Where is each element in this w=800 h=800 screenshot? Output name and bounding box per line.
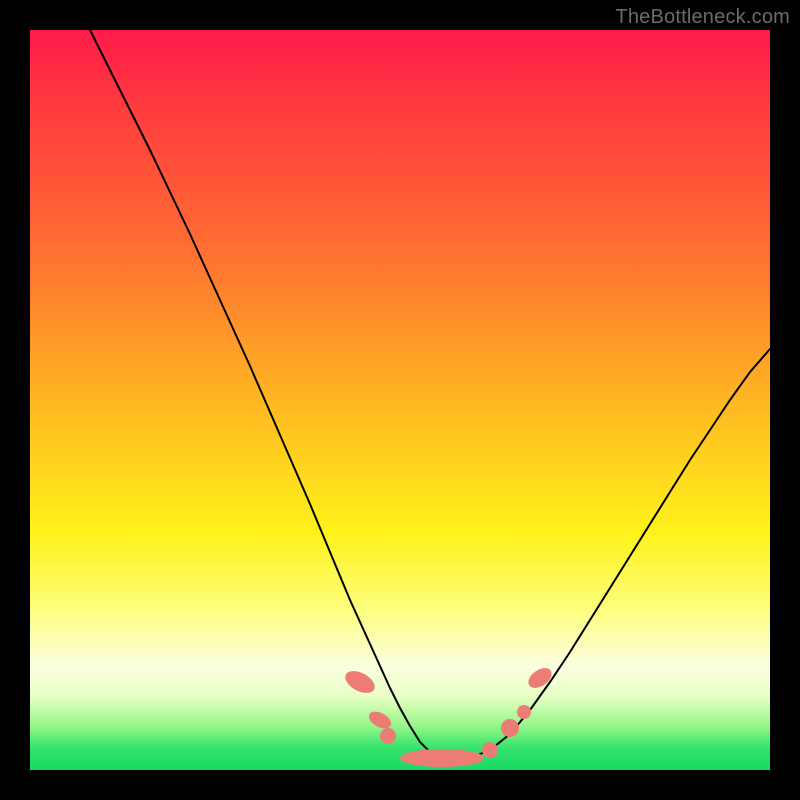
curve-marker xyxy=(342,667,379,698)
chart-overlay xyxy=(30,30,770,770)
bottleneck-curve xyxy=(90,30,770,760)
watermark-text: TheBottleneck.com xyxy=(615,6,790,29)
curve-marker xyxy=(482,742,498,758)
curve-marker xyxy=(517,705,531,719)
curve-marker xyxy=(501,719,519,737)
curve-layer xyxy=(90,30,770,760)
curve-marker xyxy=(400,749,484,767)
curve-marker xyxy=(525,664,555,692)
chart-stage: TheBottleneck.com xyxy=(0,0,800,800)
marker-layer xyxy=(342,664,556,767)
curve-marker xyxy=(380,728,396,744)
